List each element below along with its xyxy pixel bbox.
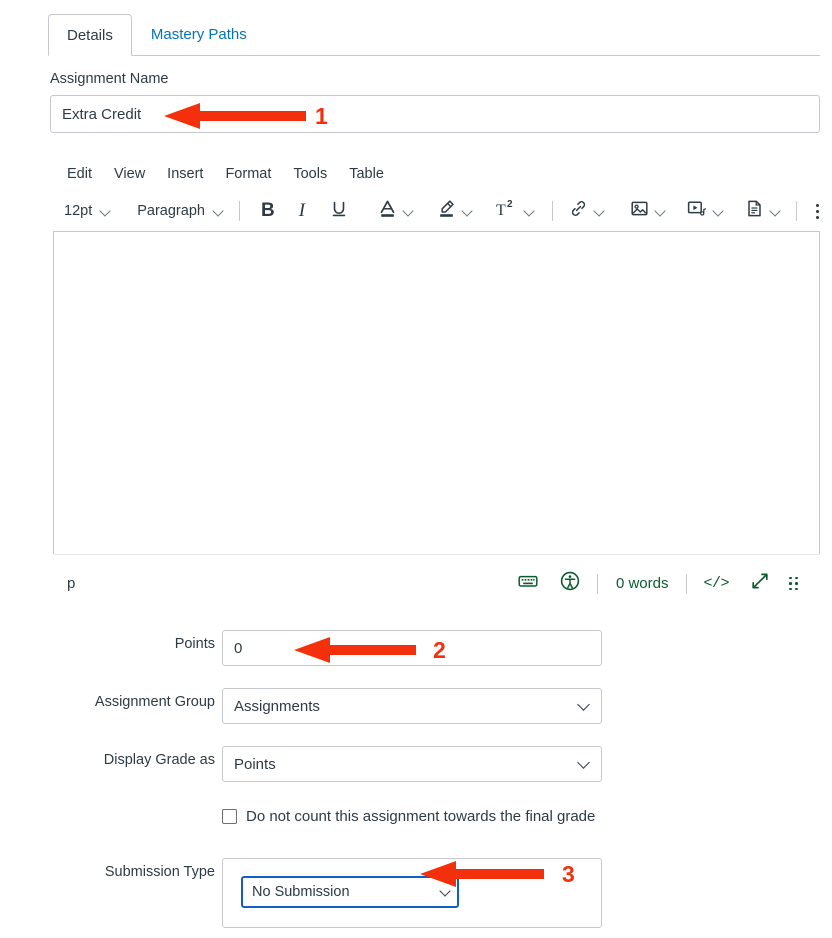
kebab-dot: [816, 209, 820, 213]
points-input[interactable]: [222, 630, 602, 666]
media-icon: [686, 198, 708, 224]
assignment-name-label: Assignment Name: [50, 71, 169, 87]
omit-from-final-grade-row: Do not count this assignment towards the…: [222, 808, 595, 825]
editor-toolbar: 12pt Paragraph B I T 2: [58, 196, 820, 226]
assignment-name-input[interactable]: [50, 95, 820, 133]
menu-insert[interactable]: Insert: [156, 163, 214, 185]
html-editor-button[interactable]: </>: [693, 575, 739, 592]
link-button[interactable]: [562, 197, 611, 225]
grip-dot: [795, 587, 798, 591]
assignment-group-select-wrap: Assignments: [222, 688, 602, 724]
kebab-dot: [816, 215, 820, 219]
toolbar-divider: [796, 201, 798, 221]
keyboard-shortcuts-button[interactable]: [507, 571, 549, 596]
grip-dot: [789, 576, 792, 580]
tab-mastery-paths[interactable]: Mastery Paths: [132, 14, 266, 55]
fullscreen-button[interactable]: [739, 570, 781, 597]
svg-text:T: T: [496, 202, 506, 219]
text-color-icon: [377, 198, 398, 224]
block-format-dropdown[interactable]: Paragraph: [131, 197, 230, 225]
status-divider: [596, 573, 598, 594]
svg-text:2: 2: [507, 199, 513, 210]
italic-icon: I: [298, 200, 306, 221]
superscript-icon: T 2: [495, 198, 519, 224]
link-icon: [568, 198, 589, 224]
menu-view[interactable]: View: [103, 163, 156, 185]
menu-edit[interactable]: Edit: [58, 163, 103, 185]
grip-dot: [789, 587, 792, 591]
grip-dot: [795, 582, 798, 585]
tab-bar: Details Mastery Paths: [48, 14, 820, 56]
toolbar-overflow-button[interactable]: [806, 203, 829, 219]
submission-type-label: Submission Type: [104, 864, 215, 880]
document-icon: [744, 198, 765, 224]
display-grade-as-select-wrap: Points: [222, 746, 602, 782]
menu-format[interactable]: Format: [214, 163, 282, 185]
font-size-dropdown[interactable]: 12pt: [58, 197, 117, 225]
text-color-button[interactable]: [361, 197, 422, 225]
image-icon: [629, 198, 650, 224]
italic-button[interactable]: I: [287, 197, 317, 225]
chevron-down-icon: [100, 206, 111, 217]
chevron-down-icon[interactable]: [770, 206, 781, 217]
grip-dot: [789, 582, 792, 585]
toolbar-divider: [552, 201, 554, 221]
submission-type-group: No Submission: [222, 858, 602, 928]
status-divider: [686, 573, 688, 594]
display-grade-as-select[interactable]: Points: [222, 746, 602, 782]
chevron-down-icon[interactable]: [524, 206, 535, 217]
omit-from-final-grade-label: Do not count this assignment towards the…: [246, 808, 596, 825]
resize-handle[interactable]: [781, 576, 806, 591]
assignment-details-page: Details Mastery Paths Assignment Name Ed…: [0, 0, 832, 938]
expand-arrows-icon: [749, 570, 771, 597]
menu-tools[interactable]: Tools: [282, 163, 338, 185]
editor-menubar: Edit View Insert Format Tools Table: [58, 163, 395, 185]
accessibility-icon: [559, 570, 581, 597]
block-format-value: Paragraph: [137, 203, 205, 219]
accessibility-checker-button[interactable]: [549, 570, 591, 597]
grip-dot: [795, 576, 798, 580]
superscript-button[interactable]: T 2: [481, 197, 543, 225]
underline-icon: [329, 199, 349, 224]
underline-button[interactable]: [317, 197, 361, 225]
editor-content-area[interactable]: [53, 231, 820, 554]
highlight-color-button[interactable]: [422, 197, 481, 225]
bold-button[interactable]: B: [249, 197, 287, 225]
word-count: 0 words: [615, 575, 669, 592]
menu-table[interactable]: Table: [338, 163, 395, 185]
element-path[interactable]: p: [67, 575, 75, 592]
insert-image-button[interactable]: [611, 197, 672, 225]
tab-details[interactable]: Details: [48, 14, 132, 56]
submission-type-select[interactable]: No Submission: [241, 876, 459, 908]
keyboard-icon: [517, 571, 539, 596]
chevron-down-icon[interactable]: [594, 206, 605, 217]
tab-mastery-paths-label: Mastery Paths: [150, 26, 247, 43]
points-label: Points: [174, 636, 215, 652]
assignment-group-label: Assignment Group: [94, 694, 215, 710]
chevron-down-icon: [213, 206, 224, 217]
chevron-down-icon[interactable]: [462, 206, 473, 217]
kebab-dot: [816, 203, 820, 207]
code-icon: </>: [703, 575, 729, 592]
font-size-value: 12pt: [64, 203, 93, 219]
assignment-group-select[interactable]: Assignments: [222, 688, 602, 724]
highlighter-icon: [436, 198, 457, 224]
chevron-down-icon[interactable]: [655, 206, 666, 217]
toolbar-divider: [238, 201, 240, 221]
chevron-down-icon[interactable]: [403, 206, 414, 217]
status-bar-tools: 0 words </>: [507, 570, 806, 597]
tab-details-label: Details: [67, 26, 113, 44]
chevron-down-icon[interactable]: [713, 206, 724, 217]
insert-media-button[interactable]: [672, 197, 730, 225]
insert-document-button[interactable]: [730, 197, 787, 225]
omit-from-final-grade-checkbox[interactable]: [222, 809, 237, 824]
display-grade-as-label: Display Grade as: [103, 752, 215, 768]
bold-icon: B: [260, 200, 275, 221]
editor-status-bar: p 0 words </>: [53, 554, 820, 612]
